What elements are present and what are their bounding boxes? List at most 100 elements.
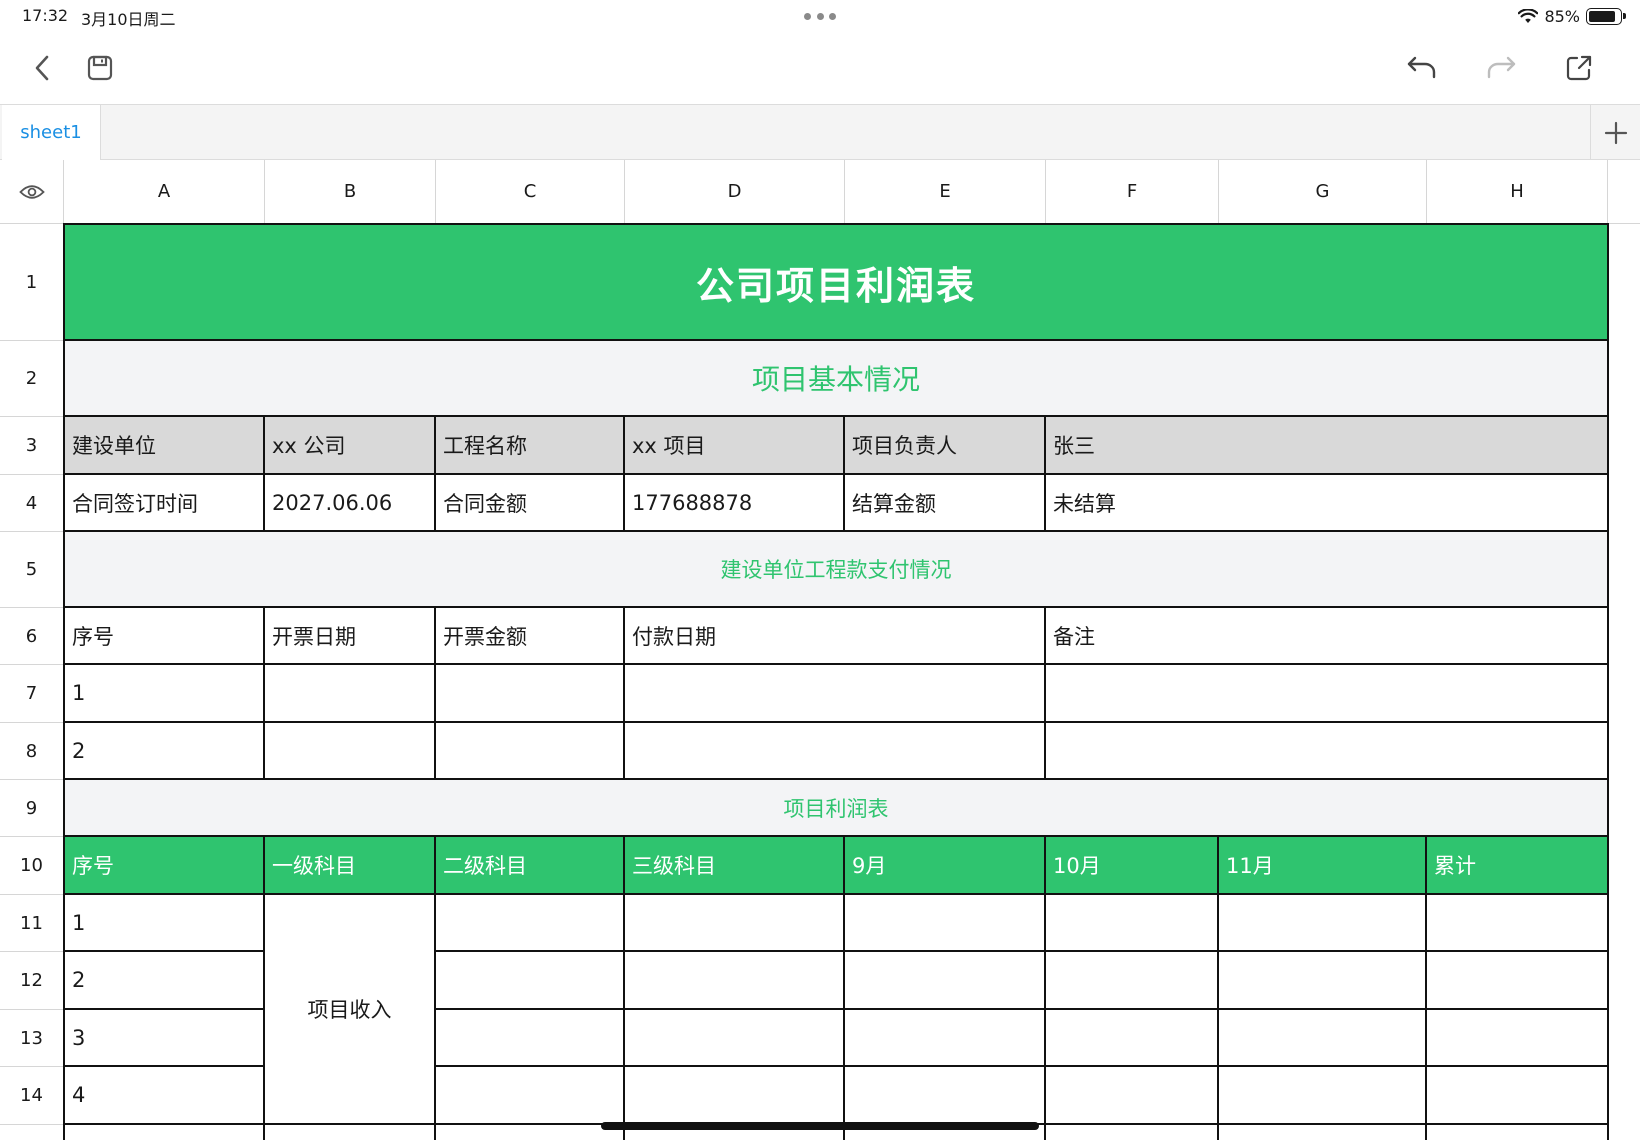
cell-e13[interactable] xyxy=(845,1010,1046,1067)
cell-g10[interactable]: 11月 xyxy=(1219,837,1427,895)
cell-a14[interactable]: 4 xyxy=(65,1067,265,1125)
back-button[interactable] xyxy=(24,50,60,86)
cell-b15[interactable] xyxy=(265,1125,436,1140)
cell-g13[interactable] xyxy=(1219,1010,1427,1067)
cell-b7[interactable] xyxy=(265,665,436,723)
section-payment[interactable]: 建设单位工程款支付情况 xyxy=(65,532,1609,608)
cell-a7[interactable]: 1 xyxy=(65,665,265,723)
cell-d8[interactable] xyxy=(625,723,1046,780)
spreadsheet-grid[interactable]: A B C D E F G H 1 2 3 4 5 6 7 8 9 10 11 … xyxy=(0,160,1640,1140)
home-indicator[interactable] xyxy=(601,1122,1039,1130)
row-header-15[interactable] xyxy=(0,1125,64,1140)
cell-a6[interactable]: 序号 xyxy=(65,608,265,665)
cell-c8[interactable] xyxy=(436,723,625,780)
undo-button[interactable] xyxy=(1404,50,1440,86)
cell-g14[interactable] xyxy=(1219,1067,1427,1125)
section-basic-info[interactable]: 项目基本情况 xyxy=(65,341,1609,417)
cell-d10[interactable]: 三级科目 xyxy=(625,837,845,895)
column-header-g[interactable]: G xyxy=(1219,160,1427,223)
cell-b4[interactable]: 2027.06.06 xyxy=(265,475,436,532)
cell-f15[interactable] xyxy=(1046,1125,1219,1140)
column-header-e[interactable]: E xyxy=(845,160,1046,223)
cell-a10[interactable]: 序号 xyxy=(65,837,265,895)
row-header-11[interactable]: 11 xyxy=(0,895,64,952)
row-header-3[interactable]: 3 xyxy=(0,417,64,475)
row-header-9[interactable]: 9 xyxy=(0,780,64,837)
cell-d12[interactable] xyxy=(625,952,845,1010)
column-header-d[interactable]: D xyxy=(625,160,845,223)
cell-f10[interactable]: 10月 xyxy=(1046,837,1219,895)
cell-f3[interactable]: 张三 xyxy=(1046,417,1609,475)
add-sheet-button[interactable] xyxy=(1590,105,1640,160)
cell-f13[interactable] xyxy=(1046,1010,1219,1067)
row-header-8[interactable]: 8 xyxy=(0,723,64,780)
cell-h10[interactable]: 累计 xyxy=(1427,837,1609,895)
cell-e12[interactable] xyxy=(845,952,1046,1010)
cell-c15[interactable] xyxy=(436,1125,625,1140)
column-header-c[interactable]: C xyxy=(436,160,625,223)
share-button[interactable] xyxy=(1561,50,1597,86)
cell-f8[interactable] xyxy=(1046,723,1609,780)
select-all-corner[interactable] xyxy=(0,160,64,223)
cell-h15[interactable] xyxy=(1427,1125,1609,1140)
cell-b8[interactable] xyxy=(265,723,436,780)
cell-d6[interactable]: 付款日期 xyxy=(625,608,1046,665)
column-header-a[interactable]: A xyxy=(64,160,265,223)
cell-c6[interactable]: 开票金额 xyxy=(436,608,625,665)
cell-d14[interactable] xyxy=(625,1067,845,1125)
cell-e14[interactable] xyxy=(845,1067,1046,1125)
cell-h13[interactable] xyxy=(1427,1010,1609,1067)
row-header-5[interactable]: 5 xyxy=(0,532,64,608)
cell-e4[interactable]: 结算金额 xyxy=(845,475,1046,532)
row-header-2[interactable]: 2 xyxy=(0,341,64,417)
cell-f14[interactable] xyxy=(1046,1067,1219,1125)
row-header-7[interactable]: 7 xyxy=(0,665,64,723)
cell-h11[interactable] xyxy=(1427,895,1609,952)
cell-a15[interactable] xyxy=(65,1125,265,1140)
cell-c4[interactable]: 合同金额 xyxy=(436,475,625,532)
cell-c3[interactable]: 工程名称 xyxy=(436,417,625,475)
cell-e3[interactable]: 项目负责人 xyxy=(845,417,1046,475)
row-header-1[interactable]: 1 xyxy=(0,224,64,341)
cell-f4[interactable]: 未结算 xyxy=(1046,475,1609,532)
column-header-h[interactable]: H xyxy=(1427,160,1608,223)
cell-h14[interactable] xyxy=(1427,1067,1609,1125)
column-header-f[interactable]: F xyxy=(1046,160,1219,223)
cell-a11[interactable]: 1 xyxy=(65,895,265,952)
cell-c13[interactable] xyxy=(436,1010,625,1067)
cell-d13[interactable] xyxy=(625,1010,845,1067)
tab-sheet1[interactable]: sheet1 xyxy=(2,105,101,160)
cell-c12[interactable] xyxy=(436,952,625,1010)
row-header-13[interactable]: 13 xyxy=(0,1010,64,1067)
title-cell[interactable]: 公司项目利润表 xyxy=(65,225,1609,341)
cell-c7[interactable] xyxy=(436,665,625,723)
cell-d3[interactable]: xx 项目 xyxy=(625,417,845,475)
cell-a3[interactable]: 建设单位 xyxy=(65,417,265,475)
cell-e10[interactable]: 9月 xyxy=(845,837,1046,895)
cell-a12[interactable]: 2 xyxy=(65,952,265,1010)
row-header-12[interactable]: 12 xyxy=(0,952,64,1010)
row-header-10[interactable]: 10 xyxy=(0,837,64,895)
cell-g15[interactable] xyxy=(1219,1125,1427,1140)
cell-g11[interactable] xyxy=(1219,895,1427,952)
save-button[interactable] xyxy=(82,50,118,86)
cell-h12[interactable] xyxy=(1427,952,1609,1010)
cell-b11-merged[interactable]: 项目收入 xyxy=(265,895,436,1125)
cell-b10[interactable]: 一级科目 xyxy=(265,837,436,895)
cell-a13[interactable]: 3 xyxy=(65,1010,265,1067)
redo-button[interactable] xyxy=(1483,50,1519,86)
cell-f12[interactable] xyxy=(1046,952,1219,1010)
cell-g12[interactable] xyxy=(1219,952,1427,1010)
cell-c10[interactable]: 二级科目 xyxy=(436,837,625,895)
column-header-b[interactable]: B xyxy=(265,160,436,223)
cell-f11[interactable] xyxy=(1046,895,1219,952)
multitasking-dots-icon[interactable] xyxy=(804,11,836,21)
row-header-14[interactable]: 14 xyxy=(0,1067,64,1125)
cell-f7[interactable] xyxy=(1046,665,1609,723)
cell-e11[interactable] xyxy=(845,895,1046,952)
cell-d11[interactable] xyxy=(625,895,845,952)
cell-b6[interactable]: 开票日期 xyxy=(265,608,436,665)
cell-d4[interactable]: 177688878 xyxy=(625,475,845,532)
section-profit[interactable]: 项目利润表 xyxy=(65,780,1609,837)
cell-a4[interactable]: 合同签订时间 xyxy=(65,475,265,532)
